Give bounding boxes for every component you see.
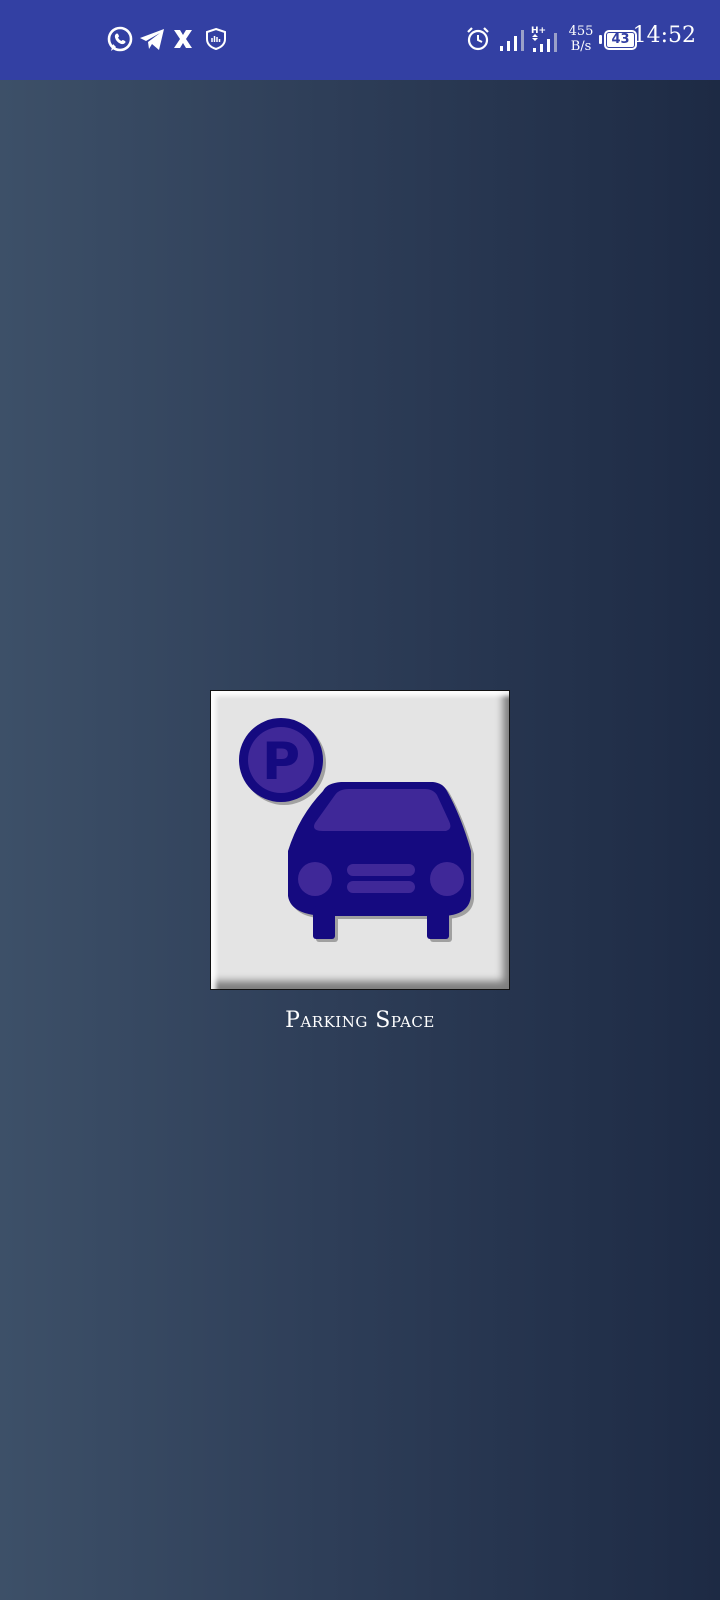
parking-sign-icon: P bbox=[239, 718, 326, 805]
network-speed-unit: B/s bbox=[570, 39, 592, 54]
svg-text:P: P bbox=[262, 732, 300, 792]
vpn-shield-icon bbox=[205, 24, 227, 54]
whatsapp-icon bbox=[106, 24, 134, 54]
tile-label: Parking Space bbox=[285, 1008, 435, 1033]
battery-icon: 43 bbox=[599, 29, 637, 50]
signal-bars-icon bbox=[499, 24, 525, 54]
alarm-icon bbox=[465, 24, 491, 54]
status-bar: H+ 455 B/s 43 14:52 bbox=[0, 0, 720, 80]
signal-hplus-icon: H+ bbox=[531, 24, 559, 54]
network-speed: 455 B/s bbox=[566, 24, 596, 54]
status-time: 14:52 bbox=[632, 23, 696, 48]
parking-space-tile[interactable]: P bbox=[210, 690, 510, 990]
car-icon bbox=[288, 782, 471, 939]
battery-level: 43 bbox=[607, 32, 634, 47]
svg-text:H+: H+ bbox=[531, 26, 546, 36]
telegram-icon bbox=[138, 24, 166, 54]
parking-car-icon: P bbox=[239, 718, 474, 942]
x-icon bbox=[171, 24, 195, 54]
network-speed-value: 455 bbox=[568, 24, 594, 39]
